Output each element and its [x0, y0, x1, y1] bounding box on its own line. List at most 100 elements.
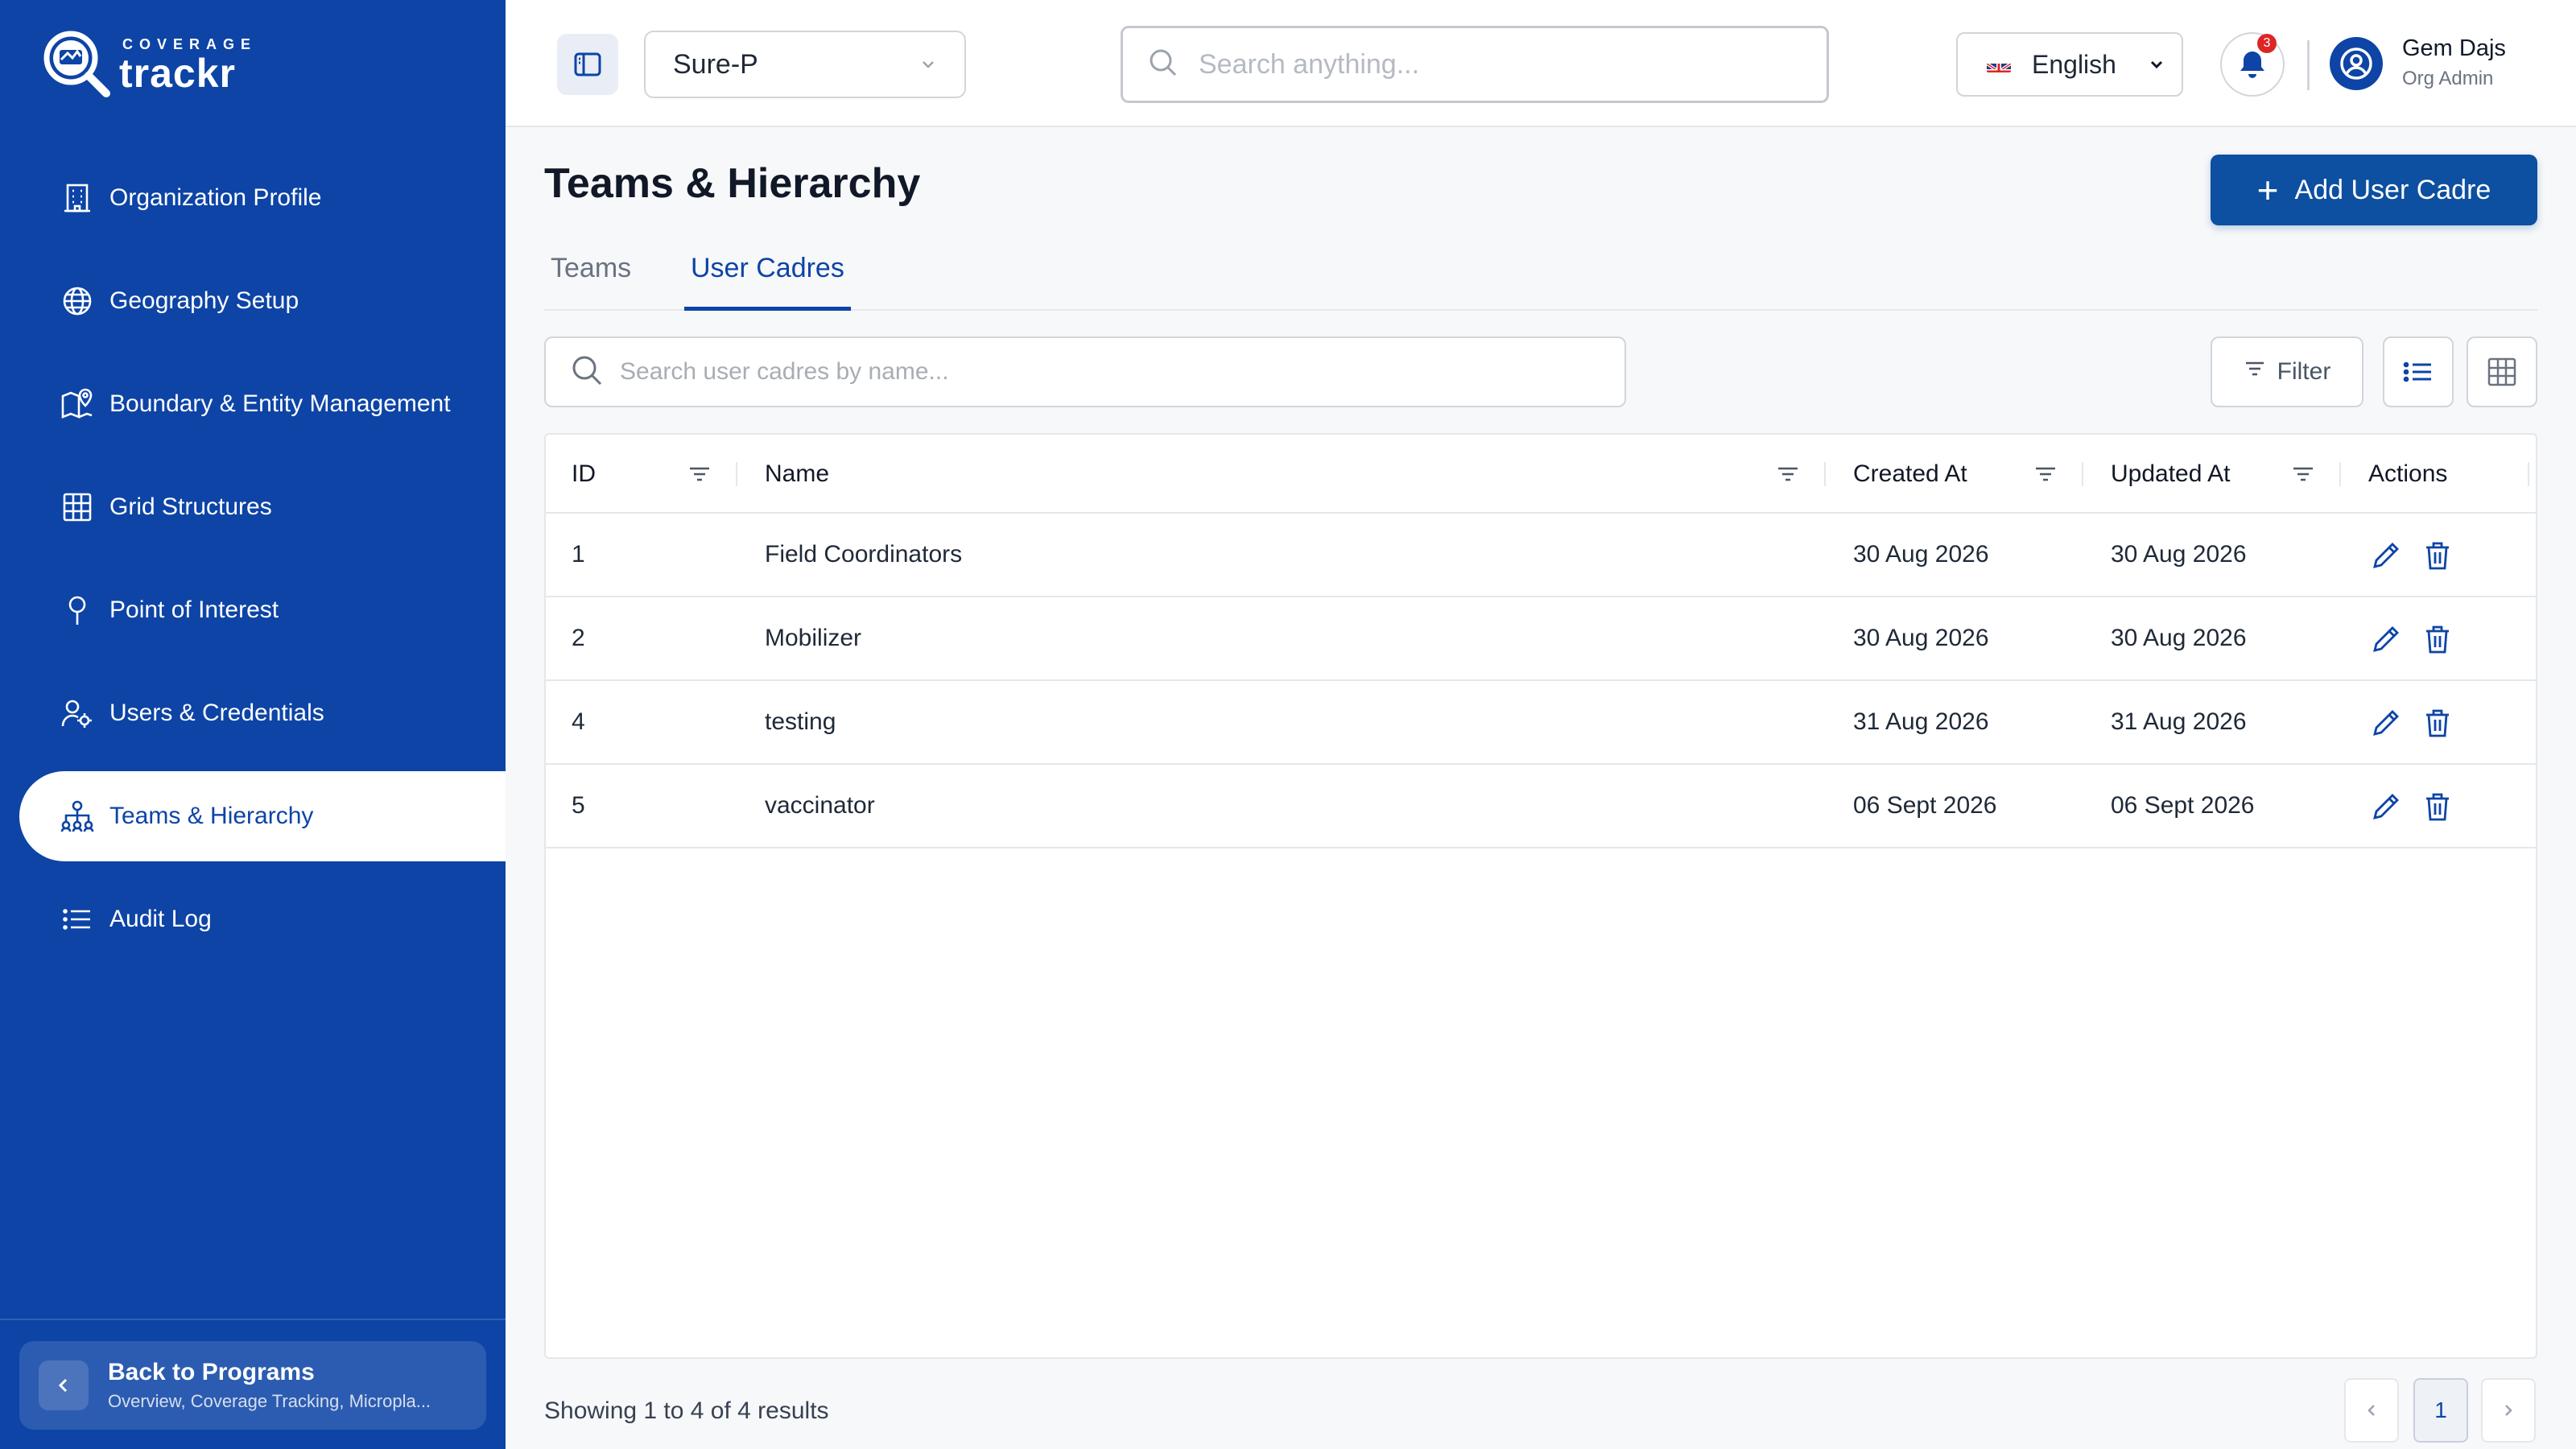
avatar[interactable] — [2330, 37, 2383, 90]
column-header-name[interactable]: Name — [765, 435, 829, 514]
column-filter-icon[interactable] — [2291, 462, 2315, 490]
table-row: 4 testing 31 Aug 2026 31 Aug 2026 — [546, 681, 2536, 765]
edit-icon[interactable] — [2368, 705, 2404, 741]
users-gear-icon — [60, 696, 95, 731]
pin-icon — [60, 592, 95, 628]
delete-icon[interactable] — [2420, 789, 2455, 824]
list-icon — [60, 902, 95, 937]
cell-created-at: 06 Sept 2026 — [1853, 792, 1997, 819]
sidebar-item-point-of-interest[interactable]: Point of Interest — [19, 565, 506, 655]
notification-badge: 3 — [2257, 34, 2277, 53]
sidebar-item-label: Teams & Hierarchy — [109, 803, 314, 829]
row-actions — [2368, 538, 2455, 573]
cell-created-at: 30 Aug 2026 — [1853, 541, 1989, 568]
cell-created-at: 31 Aug 2026 — [1853, 708, 1989, 735]
column-separator[interactable] — [2082, 462, 2083, 486]
cell-updated-at: 31 Aug 2026 — [2111, 708, 2247, 735]
add-user-cadre-button[interactable]: + Add User Cadre — [2211, 155, 2537, 225]
tab-teams[interactable]: Teams — [551, 253, 631, 311]
filter-button[interactable]: Filter — [2211, 336, 2363, 407]
sidebar-item-teams-hierarchy[interactable]: Teams & Hierarchy — [19, 771, 506, 861]
sidebar-item-label: Grid Structures — [109, 493, 272, 520]
chevron-left-icon — [39, 1360, 89, 1410]
cell-updated-at: 30 Aug 2026 — [2111, 541, 2247, 568]
hierarchy-icon — [60, 799, 95, 834]
cell-updated-at: 30 Aug 2026 — [2111, 625, 2247, 651]
column-separator[interactable] — [1824, 462, 1826, 486]
back-to-programs-subtitle: Overview, Coverage Tracking, Micropla... — [108, 1391, 431, 1411]
pagination-summary: Showing 1 to 4 of 4 results — [544, 1397, 829, 1424]
sidebar-footer: Back to Programs Overview, Coverage Trac… — [0, 1319, 506, 1449]
program-select[interactable]: Sure-P — [644, 31, 966, 98]
uk-flag-icon — [1987, 56, 2011, 72]
cell-id: 1 — [572, 541, 585, 568]
cadre-search-box — [544, 336, 1626, 407]
cell-updated-at: 06 Sept 2026 — [2111, 792, 2255, 819]
sidebar-item-geography-setup[interactable]: Geography Setup — [19, 256, 506, 346]
back-to-programs-label: Back to Programs — [108, 1359, 315, 1385]
global-search-input[interactable] — [1199, 48, 1810, 80]
cell-id: 2 — [572, 625, 585, 651]
column-header-created-at[interactable]: Created At — [1853, 435, 1967, 514]
column-separator[interactable] — [736, 462, 737, 486]
pagination-prev-button[interactable] — [2344, 1378, 2399, 1443]
column-header-id[interactable]: ID — [572, 435, 596, 514]
sidebar-item-grid-structures[interactable]: Grid Structures — [19, 462, 506, 552]
sidebar-item-label: Users & Credentials — [109, 700, 324, 726]
sidebar: COVERAGE trackr Organization Profile Geo… — [0, 0, 506, 1449]
cadre-search-input[interactable] — [620, 358, 1586, 386]
notifications-button[interactable]: 3 — [2220, 32, 2285, 97]
sidebar-item-users-credentials[interactable]: Users & Credentials — [19, 668, 506, 758]
column-filter-icon[interactable] — [2033, 462, 2058, 490]
edit-icon[interactable] — [2368, 621, 2404, 657]
topbar: Sure-P English 3 Gem Dajs Org Admin — [506, 0, 2576, 127]
grid-icon — [60, 489, 95, 525]
sidebar-toggle-icon — [574, 52, 601, 76]
user-role: Org Admin — [2402, 68, 2494, 89]
sidebar-item-organization-profile[interactable]: Organization Profile — [19, 153, 506, 243]
brand-name: trackr — [119, 50, 236, 96]
edit-icon[interactable] — [2368, 789, 2404, 824]
tab-bar: Teams User Cadres — [544, 242, 2537, 311]
sidebar-item-label: Geography Setup — [109, 287, 299, 314]
sidebar-item-label: Boundary & Entity Management — [109, 390, 451, 417]
column-separator — [2528, 462, 2529, 486]
program-select-value: Sure-P — [673, 48, 758, 80]
page-title: Teams & Hierarchy — [544, 160, 921, 207]
logo-magnifier-icon — [40, 27, 114, 101]
grid-view-button[interactable] — [2467, 336, 2537, 407]
column-header-updated-at[interactable]: Updated At — [2111, 435, 2230, 514]
pagination-page-1[interactable]: 1 — [2413, 1378, 2468, 1443]
list-view-button[interactable] — [2383, 336, 2454, 407]
table-row: 1 Field Coordinators 30 Aug 2026 30 Aug … — [546, 514, 2536, 597]
sidebar-item-label: Audit Log — [109, 906, 212, 932]
chevron-right-icon — [2505, 1405, 2512, 1416]
cell-name: testing — [765, 708, 836, 735]
sidebar-item-boundary-entity[interactable]: Boundary & Entity Management — [19, 359, 506, 449]
delete-icon[interactable] — [2420, 538, 2455, 573]
search-icon — [570, 353, 604, 391]
tab-user-cadres[interactable]: User Cadres — [684, 253, 851, 311]
map-pin-icon — [60, 386, 95, 422]
cell-id: 4 — [572, 708, 585, 735]
delete-icon[interactable] — [2420, 705, 2455, 741]
column-filter-icon[interactable] — [687, 462, 712, 490]
column-separator[interactable] — [2339, 462, 2341, 486]
globe-icon — [60, 283, 95, 319]
table-header: ID Name Created At Updated At Actions — [546, 435, 2536, 514]
cell-name: Field Coordinators — [765, 541, 963, 568]
table-row: 2 Mobilizer 30 Aug 2026 30 Aug 2026 — [546, 597, 2536, 681]
row-actions — [2368, 621, 2455, 657]
app-logo[interactable]: COVERAGE trackr — [40, 27, 257, 101]
back-to-programs-button[interactable]: Back to Programs Overview, Coverage Trac… — [19, 1341, 486, 1430]
global-search-box — [1121, 26, 1829, 103]
delete-icon[interactable] — [2420, 621, 2455, 657]
pagination-next-button[interactable] — [2481, 1378, 2536, 1443]
language-select[interactable]: English — [1956, 32, 2183, 97]
table-row: 5 vaccinator 06 Sept 2026 06 Sept 2026 — [546, 765, 2536, 848]
edit-icon[interactable] — [2368, 538, 2404, 573]
cell-id: 5 — [572, 792, 585, 819]
column-filter-icon[interactable] — [1776, 462, 1800, 490]
sidebar-toggle-button[interactable] — [557, 34, 618, 95]
sidebar-item-audit-log[interactable]: Audit Log — [19, 874, 506, 964]
